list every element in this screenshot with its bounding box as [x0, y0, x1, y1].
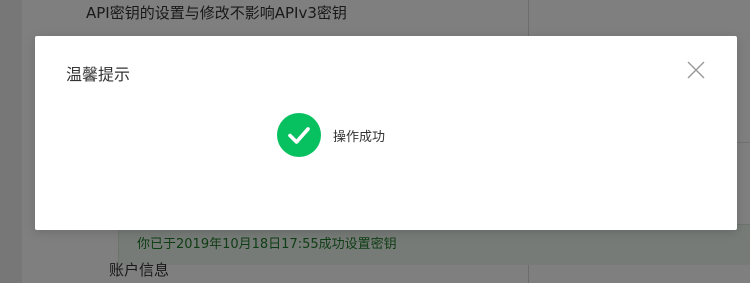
close-icon[interactable]: [686, 60, 706, 80]
dialog-title: 温馨提示: [66, 65, 131, 84]
success-message: 操作成功: [333, 129, 386, 145]
dialog: 温馨提示 操作成功: [35, 36, 737, 230]
result-row: 操作成功: [277, 113, 385, 157]
checkmark-icon: [277, 113, 321, 157]
